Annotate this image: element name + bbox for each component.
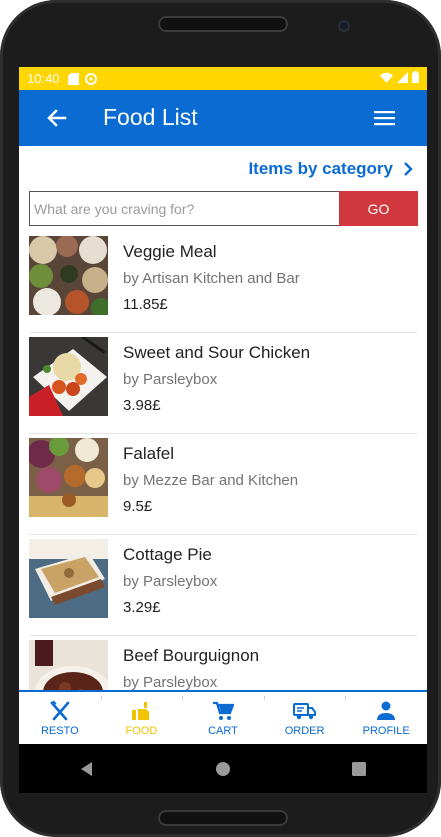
items-by-category-label: Items by category — [248, 159, 393, 178]
earpiece-speaker — [158, 16, 288, 32]
list-item[interactable]: Sweet and Sour Chicken by Parsleybox 3.9… — [29, 333, 417, 434]
sync-icon — [84, 72, 97, 85]
nav-item-resto[interactable]: RESTO — [19, 692, 101, 744]
food-list: Veggie Meal by Artisan Kitchen and Bar 1… — [19, 232, 427, 690]
circle-home-icon — [216, 761, 230, 776]
food-name: Sweet and Sour Chicken — [123, 343, 311, 362]
wifi-icon — [380, 71, 393, 86]
nav-item-profile[interactable]: PROFILE — [345, 692, 427, 744]
go-button[interactable]: GO — [339, 191, 418, 226]
status-time: 10:40 — [27, 71, 60, 86]
cart-icon — [212, 701, 234, 720]
nav-label-resto: RESTO — [40, 724, 79, 737]
back-button[interactable] — [43, 104, 71, 132]
nav-label-order: ORDER — [284, 724, 325, 737]
food-thumbnail — [29, 236, 108, 315]
food-thumbnail — [29, 337, 108, 416]
page-title: Food List — [103, 104, 198, 130]
hamburger-menu-icon — [374, 111, 395, 126]
menu-button[interactable] — [371, 104, 399, 132]
battery-icon — [412, 71, 419, 86]
nav-item-food[interactable]: FOOD — [100, 692, 183, 744]
food-thumbnail — [29, 539, 108, 618]
search-input[interactable] — [29, 191, 339, 226]
phone-frame: 10:40 Food List Items by category What a… — [0, 0, 441, 837]
food-vendor: by Mezze Bar and Kitchen — [123, 472, 299, 489]
system-home-button[interactable] — [203, 749, 243, 789]
system-recents-button[interactable] — [339, 749, 379, 789]
food-price: 11.85£ — [123, 296, 168, 313]
food-name: Beef Bourguignon — [123, 646, 260, 665]
nav-item-cart[interactable]: CART — [182, 692, 264, 744]
system-nav-bar — [19, 744, 427, 793]
items-by-category-link[interactable]: Items by category — [248, 159, 413, 179]
food-thumbnail — [29, 438, 108, 517]
food-name: Falafel — [123, 444, 175, 463]
chevron-right-icon — [404, 162, 413, 176]
bottom-speaker — [158, 810, 288, 826]
person-icon — [377, 701, 396, 720]
list-item[interactable]: Veggie Meal by Artisan Kitchen and Bar 1… — [29, 232, 417, 333]
arrow-back-icon — [47, 109, 67, 127]
list-item[interactable]: Falafel by Mezze Bar and Kitchen 9.5£ — [29, 434, 417, 535]
food-vendor: by Artisan Kitchen and Bar — [123, 270, 300, 287]
status-icons — [376, 71, 419, 86]
food-name: Cottage Pie — [123, 545, 212, 564]
search-row: GO — [29, 191, 418, 226]
food-vendor: by Parsleybox — [123, 674, 218, 690]
triangle-back-icon — [81, 761, 92, 776]
sd-card-icon — [67, 72, 79, 85]
nav-label-profile: PROFILE — [362, 724, 410, 737]
food-price: 3.98£ — [123, 397, 161, 414]
list-item[interactable]: Cottage Pie by Parsleybox 3.29£ — [29, 535, 417, 636]
truck-icon — [292, 702, 316, 719]
food-vendor: by Parsleybox — [123, 573, 218, 590]
bottom-nav: RESTO FOOD CART ORDER PROFILE — [19, 690, 427, 744]
cutlery-icon — [50, 699, 70, 720]
app-bar: Food List — [19, 90, 427, 146]
list-item[interactable]: Beef Bourguignon by Parsleybox — [29, 636, 417, 690]
food-price: 9.5£ — [123, 498, 153, 515]
front-camera — [338, 20, 350, 32]
signal-icon — [397, 71, 408, 86]
nav-label-cart: CART — [208, 724, 238, 737]
food-vendor: by Parsleybox — [123, 371, 218, 388]
food-price: 3.29£ — [123, 599, 161, 616]
food-name: Veggie Meal — [123, 242, 217, 261]
screen: 10:40 Food List Items by category What a… — [19, 67, 427, 793]
nav-label-food: FOOD — [125, 724, 158, 737]
status-bar: 10:40 — [19, 67, 427, 90]
food-thumbnail — [29, 640, 108, 690]
square-recents-icon — [352, 761, 366, 776]
system-back-button[interactable] — [67, 749, 107, 789]
nav-item-order[interactable]: ORDER — [263, 692, 346, 744]
food-icon — [132, 701, 150, 720]
